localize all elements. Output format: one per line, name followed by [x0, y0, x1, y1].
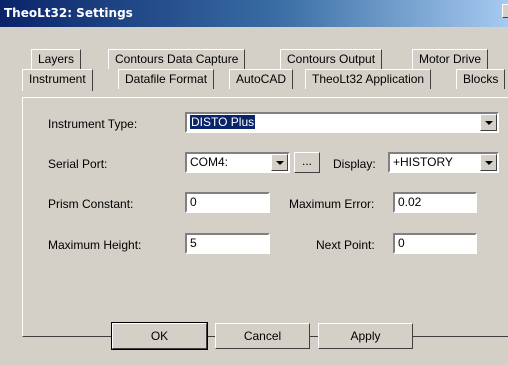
tab-theolt32-application[interactable]: TheoLt32 Application: [305, 69, 432, 89]
title-bar: TheoLt32: Settings: [0, 0, 508, 27]
tab-layers[interactable]: Layers: [31, 49, 82, 69]
tab-contours-data-capture[interactable]: Contours Data Capture: [108, 49, 246, 69]
chevron-down-icon: [484, 160, 493, 165]
maximum-height-input[interactable]: 5: [185, 233, 270, 254]
browse-button[interactable]: ...: [294, 152, 320, 173]
chevron-down-icon: [484, 120, 493, 125]
tab-instrument[interactable]: Instrument: [22, 69, 93, 91]
window-control-button[interactable]: [502, 4, 508, 18]
chevron-down-icon: [275, 160, 284, 165]
maximum-error-input[interactable]: 0.02: [393, 192, 477, 213]
ok-button[interactable]: OK: [111, 322, 208, 350]
display-value: +HISTORY: [393, 155, 453, 169]
tab-contours-output[interactable]: Contours Output: [280, 49, 383, 69]
next-point-label: Next Point:: [316, 238, 375, 252]
tab-autocad[interactable]: AutoCAD: [229, 69, 294, 89]
tab-datafile-format[interactable]: Datafile Format: [118, 69, 215, 89]
cancel-button[interactable]: Cancel: [215, 323, 310, 349]
prism-constant-label: Prism Constant:: [48, 197, 134, 211]
instrument-type-value: DISTO Plus: [190, 115, 256, 129]
serial-port-label: Serial Port:: [48, 157, 108, 171]
prism-constant-input[interactable]: 0: [185, 192, 270, 213]
settings-dialog: Layers Contours Data Capture Contours Ou…: [0, 27, 508, 365]
instrument-type-select[interactable]: DISTO Plus: [185, 112, 499, 133]
serial-port-dropdown-button[interactable]: [271, 154, 288, 171]
tab-motor-drive[interactable]: Motor Drive: [412, 49, 489, 69]
instrument-type-label: Instrument Type:: [48, 117, 138, 131]
maximum-height-label: Maximum Height:: [48, 238, 142, 252]
display-label: Display:: [333, 157, 376, 171]
instrument-type-dropdown-button[interactable]: [480, 114, 497, 131]
apply-button[interactable]: Apply: [318, 323, 413, 349]
next-point-input[interactable]: 0: [393, 233, 477, 254]
display-dropdown-button[interactable]: [480, 154, 497, 171]
instrument-panel: [22, 97, 508, 337]
tab-blocks[interactable]: Blocks: [456, 69, 506, 89]
maximum-error-label: Maximum Error:: [289, 197, 375, 211]
serial-port-value: COM4:: [190, 155, 229, 169]
window-title: TheoLt32: Settings: [4, 6, 133, 20]
